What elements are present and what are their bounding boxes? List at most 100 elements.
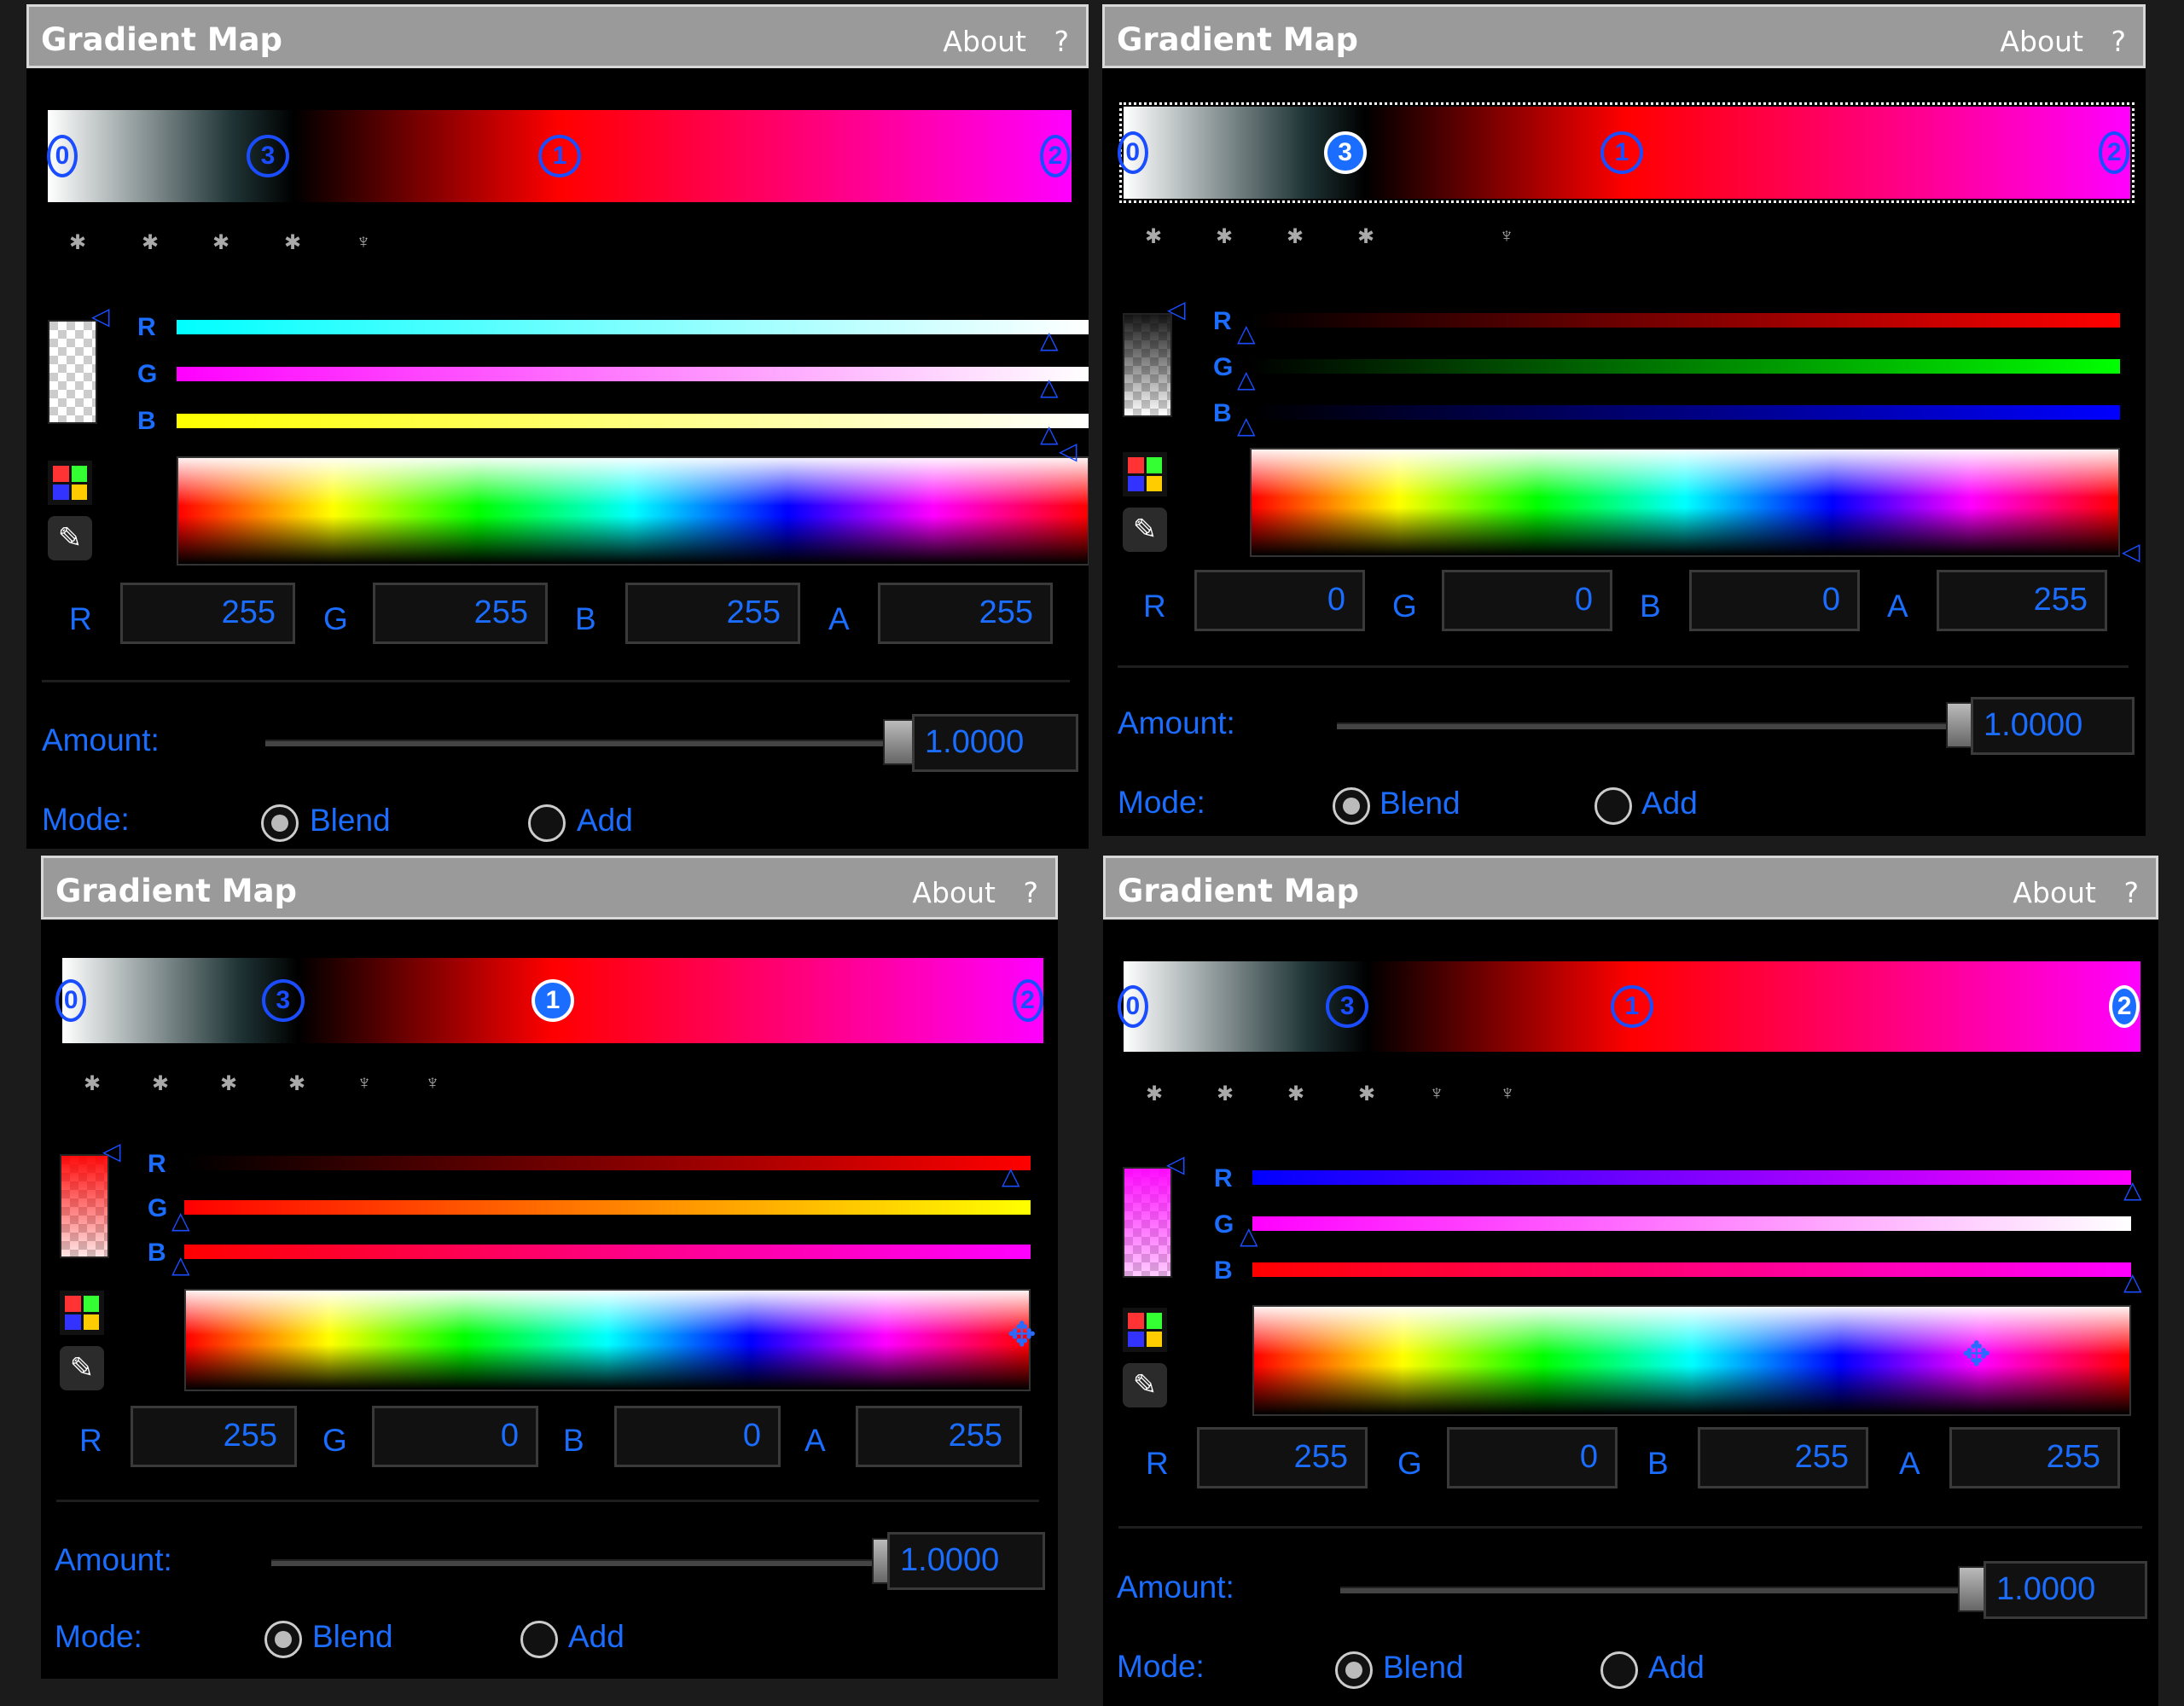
gradient-stop[interactable]: 3 — [1323, 131, 1367, 174]
alpha-marker-icon[interactable]: ◁ — [1166, 1152, 1185, 1176]
channel-marker-icon[interactable]: △ — [171, 1209, 190, 1233]
channel-marker-icon[interactable]: △ — [1237, 322, 1256, 345]
preset-tick[interactable]: ♆ — [1499, 224, 1514, 248]
amount-slider-track[interactable] — [271, 1559, 903, 1566]
color-spectrum[interactable] — [184, 1289, 1031, 1391]
preset-tick[interactable]: ✱ — [1146, 1082, 1163, 1106]
channel-slider-r[interactable] — [1252, 1170, 2131, 1185]
preset-tick[interactable]: ✱ — [212, 230, 229, 255]
amount-slider-thumb[interactable] — [883, 719, 914, 765]
channel-marker-icon[interactable]: △ — [1040, 375, 1059, 399]
channel-marker-icon[interactable]: △ — [1040, 328, 1059, 352]
add-radio-label[interactable]: Add — [577, 803, 633, 838]
gradient-stop[interactable]: 2 — [1012, 979, 1043, 1022]
a-value-field[interactable]: 255 — [1937, 570, 2107, 631]
channel-slider-g[interactable] — [1252, 1216, 2131, 1231]
preset-tick[interactable]: ✱ — [152, 1071, 169, 1096]
channel-marker-icon[interactable]: △ — [1240, 1224, 1258, 1248]
a-value-field[interactable]: 255 — [878, 583, 1053, 644]
palette-icon[interactable] — [1123, 1308, 1167, 1352]
help-button[interactable]: ? — [2123, 876, 2139, 909]
about-link[interactable]: About — [943, 25, 1026, 58]
blend-radio-label[interactable]: Blend — [1383, 1650, 1464, 1686]
add-radio-label[interactable]: Add — [568, 1619, 624, 1655]
channel-marker-icon[interactable]: △ — [1237, 414, 1256, 438]
gradient-stop[interactable]: 1 — [538, 135, 581, 177]
help-button[interactable]: ? — [2111, 25, 2126, 58]
palette-icon[interactable] — [48, 461, 92, 505]
about-link[interactable]: About — [912, 876, 996, 909]
a-value-field[interactable]: 255 — [1949, 1427, 2120, 1488]
color-spectrum[interactable] — [1250, 448, 2120, 557]
gradient-stop[interactable]: 1 — [1611, 985, 1653, 1028]
add-radio-label[interactable]: Add — [1648, 1650, 1705, 1686]
gradient-stop[interactable]: 0 — [1117, 985, 1148, 1028]
eyedropper-icon[interactable]: ✎ — [1123, 1363, 1167, 1407]
amount-slider-track[interactable] — [265, 740, 914, 746]
spectrum-picker-icon[interactable]: ✥ — [1008, 1318, 1037, 1352]
r-value-field[interactable]: 255 — [131, 1406, 297, 1467]
add-radio[interactable] — [1600, 1651, 1638, 1689]
add-radio[interactable] — [520, 1621, 558, 1658]
preset-tick[interactable]: ✱ — [69, 230, 86, 255]
add-radio-label[interactable]: Add — [1641, 786, 1698, 821]
gradient-bar[interactable]: 0 3 1 2 — [1117, 961, 2140, 1052]
preset-tick[interactable]: ✱ — [84, 1071, 101, 1096]
channel-marker-icon[interactable]: △ — [171, 1253, 190, 1277]
b-value-field[interactable]: 255 — [625, 583, 800, 644]
about-link[interactable]: About — [2000, 25, 2083, 58]
preset-tick[interactable]: ✱ — [220, 1071, 237, 1096]
g-value-field[interactable]: 0 — [1447, 1427, 1618, 1488]
gradient-bar[interactable]: 0 3 1 2 — [55, 958, 1043, 1043]
color-spectrum[interactable] — [1252, 1305, 2131, 1416]
alpha-marker-icon[interactable]: ◁ — [102, 1140, 121, 1163]
gradient-stop[interactable]: 1 — [531, 979, 574, 1022]
eyedropper-icon[interactable]: ✎ — [60, 1346, 104, 1390]
preset-tick[interactable]: ✱ — [1287, 224, 1304, 249]
channel-slider-b[interactable] — [177, 414, 1089, 428]
eyedropper-icon[interactable]: ✎ — [48, 516, 92, 560]
blend-radio[interactable] — [264, 1621, 302, 1658]
preset-tick[interactable]: ✱ — [1287, 1082, 1304, 1106]
b-value-field[interactable]: 0 — [614, 1406, 781, 1467]
amount-value-field[interactable]: 1.0000 — [887, 1532, 1045, 1590]
gradient-stop[interactable]: 0 — [55, 979, 87, 1022]
preset-tick[interactable]: ♆ — [1429, 1082, 1444, 1105]
gradient-stop[interactable]: 2 — [2109, 985, 2140, 1028]
color-swatch[interactable] — [60, 1154, 109, 1258]
r-value-field[interactable]: 255 — [1197, 1427, 1368, 1488]
gradient-stop[interactable]: 2 — [2099, 131, 2130, 174]
channel-slider-b[interactable] — [184, 1245, 1031, 1259]
channel-slider-g[interactable] — [1250, 359, 2120, 374]
palette-icon[interactable] — [60, 1291, 104, 1335]
channel-slider-b[interactable] — [1250, 405, 2120, 420]
r-value-field[interactable]: 0 — [1194, 570, 1365, 631]
preset-tick[interactable]: ♆ — [356, 230, 371, 254]
blend-radio[interactable] — [1333, 787, 1370, 825]
blend-radio-label[interactable]: Blend — [1380, 786, 1461, 821]
gradient-bar[interactable]: 0 3 1 2 — [1117, 102, 2135, 203]
amount-value-field[interactable]: 1.0000 — [912, 714, 1078, 772]
blend-radio-label[interactable]: Blend — [310, 803, 391, 838]
gradient-stop[interactable]: 1 — [1600, 131, 1644, 174]
preset-tick[interactable]: ♆ — [425, 1071, 440, 1095]
spectrum-marker-icon[interactable]: ◁ — [2122, 540, 2140, 564]
channel-slider-g[interactable] — [177, 367, 1089, 381]
spectrum-picker-icon[interactable]: ✥ — [1962, 1338, 1991, 1372]
color-swatch[interactable] — [48, 320, 97, 424]
color-swatch[interactable] — [1123, 1167, 1172, 1278]
gradient-stop[interactable]: 3 — [261, 979, 305, 1022]
amount-value-field[interactable]: 1.0000 — [1971, 697, 2135, 755]
a-value-field[interactable]: 255 — [856, 1406, 1022, 1467]
amount-value-field[interactable]: 1.0000 — [1984, 1561, 2147, 1619]
preset-tick[interactable]: ♆ — [357, 1071, 372, 1095]
preset-tick[interactable]: ✱ — [1216, 224, 1233, 249]
blend-radio-label[interactable]: Blend — [312, 1619, 393, 1655]
preset-tick[interactable]: ✱ — [1217, 1082, 1234, 1106]
preset-tick[interactable]: ♆ — [1500, 1082, 1515, 1105]
add-radio[interactable] — [528, 804, 566, 842]
gradient-stop[interactable]: 0 — [1117, 131, 1148, 174]
channel-marker-icon[interactable]: △ — [2123, 1270, 2142, 1294]
preset-tick[interactable]: ✱ — [1357, 224, 1374, 249]
g-value-field[interactable]: 255 — [373, 583, 548, 644]
